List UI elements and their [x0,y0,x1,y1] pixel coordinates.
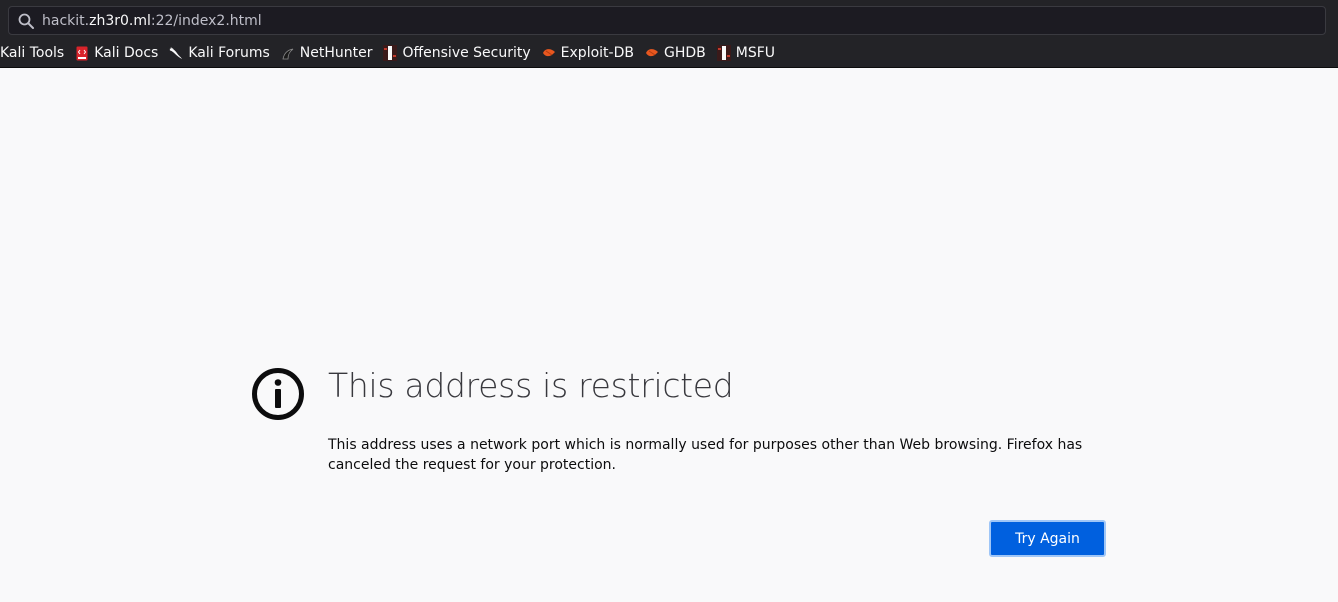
bookmark-label: Kali Docs [94,45,159,61]
bookmark-offensive-security[interactable]: Offensive Security [383,45,531,61]
bookmark-label: NetHunter [299,45,373,61]
bookmark-kali-tools[interactable]: Kali Tools [0,45,64,61]
bookmark-label: Exploit-DB [560,45,634,61]
exploit-db-icon [542,45,556,61]
error-title: This address is restricted [328,366,734,405]
error-page [0,68,1338,602]
search-icon [17,12,35,30]
error-description: This address uses a network port which i… [328,437,1083,473]
bookmark-label: Kali Tools [0,45,65,61]
bookmark-ghdb[interactable]: GHDB [645,45,706,61]
kali-docs-icon [75,45,89,61]
url-suffix: :22/index2.html [150,12,262,29]
url-text[interactable]: hackit.zh3r0.ml:22/index2.html [42,13,262,29]
ghdb-icon [645,45,659,61]
url-prefix: hackit. [42,12,90,29]
bookmarks-toolbar: Kali Tools Kali Docs Kali Forums NetHunt… [0,42,786,64]
bookmark-label: MSFU [735,45,775,61]
bookmark-label: Offensive Security [402,45,531,61]
nethunter-icon [281,45,295,61]
bookmark-msfu[interactable]: MSFU [716,45,775,61]
bookmark-kali-forums[interactable]: Kali Forums [169,45,270,61]
try-again-button[interactable]: Try Again [989,520,1106,557]
bookmark-kali-docs[interactable]: Kali Docs [75,45,158,61]
bookmark-label: Kali Forums [188,45,270,61]
bookmark-nethunter[interactable]: NetHunter [281,45,373,61]
bookmark-exploit-db[interactable]: Exploit-DB [542,45,634,61]
url-domain: zh3r0.ml [89,12,151,29]
bookmark-label: GHDB [663,45,706,61]
info-icon [251,367,305,421]
msfu-icon [716,45,731,61]
url-bar[interactable]: hackit.zh3r0.ml:22/index2.html [8,6,1326,35]
browser-toolbar: hackit.zh3r0.ml:22/index2.html Kali Tool… [0,0,1338,68]
kali-dragon-icon [169,45,183,61]
offsec-icon [383,45,398,61]
